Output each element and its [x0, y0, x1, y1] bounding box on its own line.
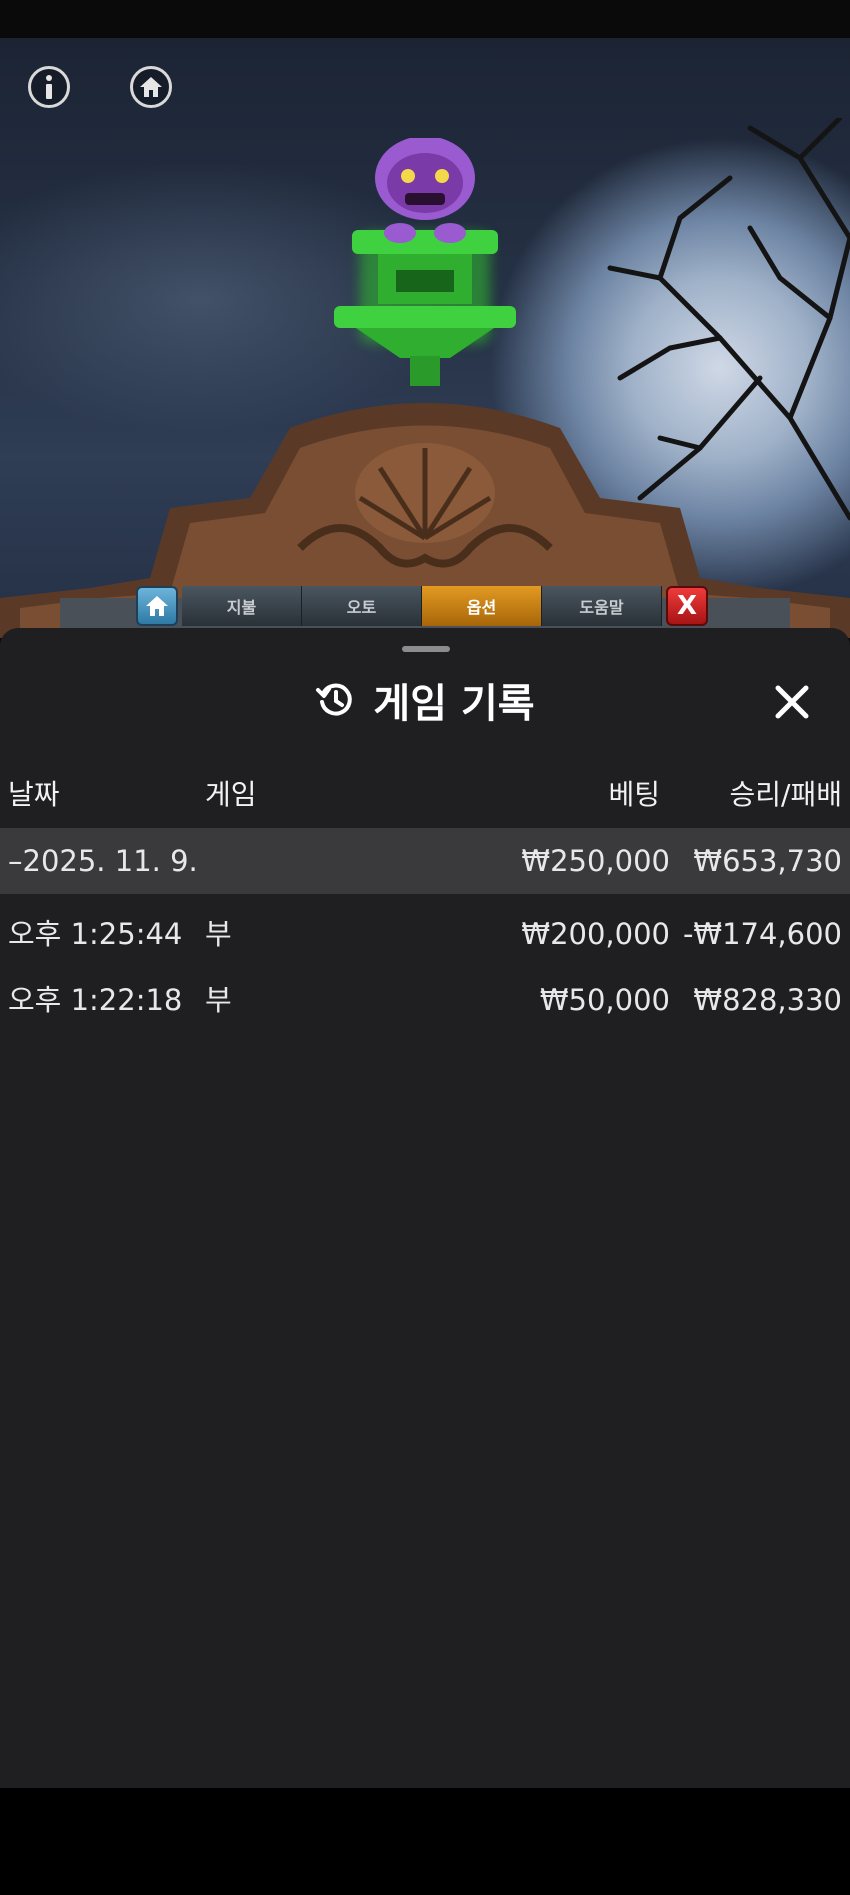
column-header-win-loss: 승리/패배 — [729, 778, 842, 811]
row-bet: ₩200,000 — [521, 917, 670, 951]
menu-home-button[interactable] — [136, 586, 178, 626]
row-time: 오후 1:25:44 — [8, 917, 183, 951]
row-time: 오후 1:22:18 — [8, 983, 183, 1017]
row-bet: ₩50,000 — [539, 983, 670, 1017]
menu-close-button[interactable]: X — [666, 586, 708, 626]
info-icon[interactable] — [28, 66, 70, 108]
history-icon — [316, 683, 353, 716]
date-group-bet: ₩250,000 — [521, 844, 670, 878]
system-navigation-bar — [0, 1788, 850, 1895]
menu-tab-auto[interactable]: 오토 — [302, 586, 422, 626]
game-menu-bar: 지불 오토 옵션 도움말 X — [136, 585, 714, 627]
sheet-header: 게임 기록 — [0, 670, 850, 730]
close-icon[interactable] — [768, 678, 816, 726]
column-header-date: 날짜 — [8, 778, 60, 811]
row-game: 부 — [205, 917, 232, 951]
date-group-label: –2025. 11. 9. — [8, 844, 198, 878]
column-header-game: 게임 — [205, 778, 257, 811]
home-icon — [146, 596, 168, 616]
sheet-title: 게임 기록 — [373, 681, 535, 727]
home-icon[interactable] — [130, 66, 172, 108]
table-row[interactable]: 오후 1:25:44 부 ₩200,000 -₩174,600 — [0, 901, 850, 967]
menu-tab-options[interactable]: 옵션 — [422, 586, 542, 626]
table-row[interactable]: 오후 1:22:18 부 ₩50,000 ₩828,330 — [0, 967, 850, 1033]
date-group-row[interactable]: –2025. 11. 9. ₩250,000 ₩653,730 — [0, 828, 850, 894]
drag-handle[interactable] — [402, 646, 450, 652]
menu-tab-help[interactable]: 도움말 — [542, 586, 662, 626]
row-win-loss: -₩174,600 — [682, 917, 842, 951]
monster-symbol — [334, 138, 516, 386]
date-group-win-loss: ₩653,730 — [693, 844, 842, 878]
row-win-loss: ₩828,330 — [693, 983, 842, 1017]
menu-tab-pay[interactable]: 지불 — [182, 586, 302, 626]
row-game: 부 — [205, 983, 232, 1017]
status-strip — [0, 0, 850, 38]
game-background: 지불 오토 옵션 도움말 X — [0, 38, 850, 638]
game-history-sheet: 게임 기록 날짜 게임 베팅 승리/패배 –2025. 11. 9. ₩250,… — [0, 628, 850, 1788]
column-header-bet: 베팅 — [608, 778, 660, 811]
